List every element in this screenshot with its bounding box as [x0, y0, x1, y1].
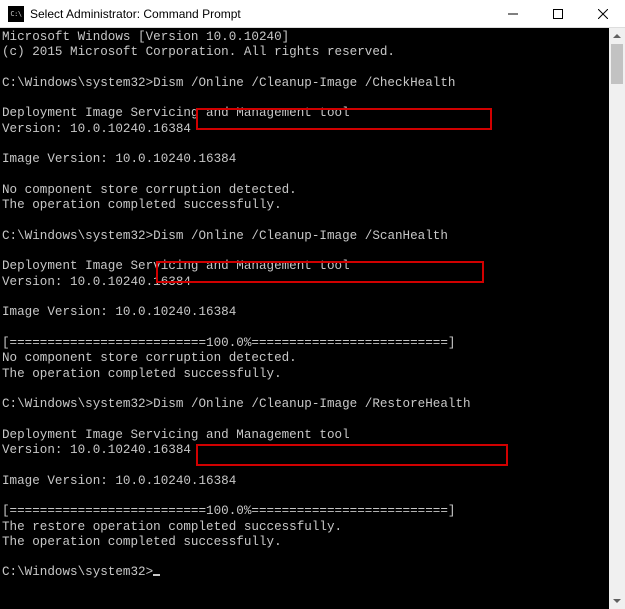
- window-title: Select Administrator: Command Prompt: [30, 7, 490, 21]
- window-controls: [490, 0, 625, 28]
- os-version-line: Microsoft Windows [Version 10.0.10240]: [2, 30, 289, 44]
- cmd2-args: Dism /Online /Cleanup-Image /ScanHealth: [153, 229, 448, 243]
- result2-line2: The operation completed successfully.: [2, 367, 282, 381]
- result3-line1: The restore operation completed successf…: [2, 520, 342, 534]
- result1-line2: The operation completed successfully.: [2, 198, 282, 212]
- titlebar[interactable]: Select Administrator: Command Prompt: [0, 0, 625, 28]
- result1-line1: No component store corruption detected.: [2, 183, 297, 197]
- cmd-icon: [8, 6, 24, 22]
- cmd3-args: /Online /Cleanup-Image /RestoreHealth: [191, 397, 471, 411]
- copyright-line: (c) 2015 Microsoft Corporation. All righ…: [2, 45, 395, 59]
- image-version: Image Version: 10.0.10240.16384: [2, 152, 236, 166]
- dism-title-3: Deployment Image Servicing and Managemen…: [2, 428, 350, 442]
- result2-line1: No component store corruption detected.: [2, 351, 297, 365]
- image-version-3: Image Version: 10.0.10240.16384: [2, 474, 236, 488]
- final-prompt: C:\Windows\system32>: [2, 565, 153, 579]
- progress-bar: [==========================100.0%=======…: [2, 336, 455, 350]
- image-version-2: Image Version: 10.0.10240.16384: [2, 305, 236, 319]
- close-button[interactable]: [580, 0, 625, 28]
- console-output[interactable]: Microsoft Windows [Version 10.0.10240] (…: [0, 28, 609, 609]
- cmd3-prompt: C:\Windows\system32>Dism: [2, 397, 191, 411]
- cmd1-prompt: C:\Windows\system32>Dism: [2, 76, 191, 90]
- dism-version: Version: 10.0.10240.16384: [2, 122, 191, 136]
- dism-title-2: Deployment Image Servicing and Managemen…: [2, 259, 350, 273]
- maximize-button[interactable]: [535, 0, 580, 28]
- progress-bar-2: [==========================100.0%=======…: [2, 504, 455, 518]
- dism-version-2: Version: 10.0.10240.16384: [2, 275, 191, 289]
- cmd2-prompt: C:\Windows\system32>: [2, 229, 153, 243]
- console-container: Microsoft Windows [Version 10.0.10240] (…: [0, 28, 625, 609]
- scroll-up-button[interactable]: [609, 28, 625, 44]
- result3-line2: The operation completed successfully.: [2, 535, 282, 549]
- scroll-thumb[interactable]: [611, 44, 623, 84]
- dism-title: Deployment Image Servicing and Managemen…: [2, 106, 350, 120]
- minimize-button[interactable]: [490, 0, 535, 28]
- cursor: [153, 574, 160, 576]
- scroll-down-button[interactable]: [609, 593, 625, 609]
- cmd1-args: /Online /Cleanup-Image /CheckHealth: [191, 76, 456, 90]
- dism-version-3: Version: 10.0.10240.16384: [2, 443, 191, 457]
- vertical-scrollbar[interactable]: [609, 28, 625, 609]
